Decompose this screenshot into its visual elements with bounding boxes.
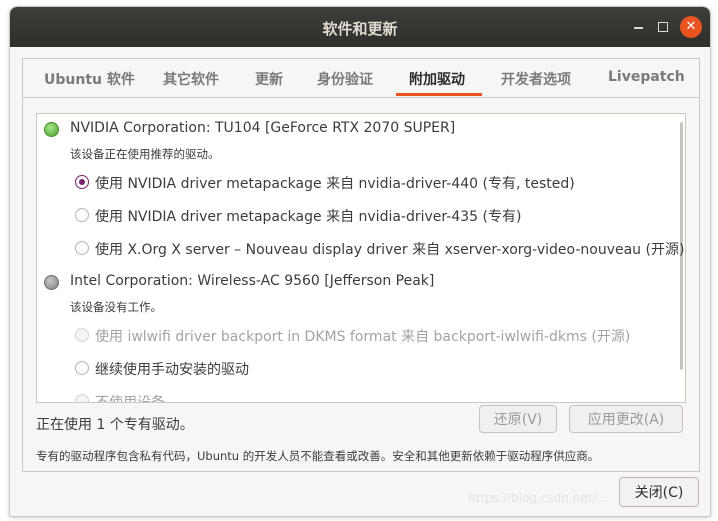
- tab-notebook: Ubuntu 软件 其它软件 更新 身份验证 附加驱动 开发者选项 Livepa…: [22, 58, 700, 472]
- tab-authentication[interactable]: 身份验证: [317, 69, 373, 89]
- tab-livepatch[interactable]: Livepatch: [608, 69, 685, 85]
- driver-option-label: 使用 iwlwifi driver backport in DKMS forma…: [95, 329, 631, 345]
- tab-additional-drivers[interactable]: 附加驱动: [409, 69, 465, 89]
- device-status: 该设备正在使用推荐的驱动。: [70, 147, 220, 161]
- title-bar[interactable]: 软件和更新 ✕: [10, 7, 710, 47]
- status-gray-icon: [44, 275, 59, 290]
- apply-changes-button[interactable]: 应用更改(A): [569, 405, 683, 433]
- minimize-icon: [634, 27, 643, 29]
- tab-bar: Ubuntu 软件 其它软件 更新 身份验证 附加驱动 开发者选项 Livepa…: [23, 59, 699, 98]
- tab-developer-options[interactable]: 开发者选项: [501, 69, 571, 89]
- tab-ubuntu-software[interactable]: Ubuntu 软件: [44, 69, 135, 89]
- window-title: 软件和更新: [322, 20, 398, 38]
- minimize-button[interactable]: [628, 16, 650, 38]
- close-button[interactable]: 关闭(C): [619, 477, 699, 507]
- status-green-icon: [44, 122, 59, 137]
- driver-option-label: 继续使用手动安装的驱动: [95, 362, 249, 378]
- driver-option-label: 使用 NVIDIA driver metapackage 来自 nvidia-d…: [95, 176, 575, 192]
- close-icon: ✕: [685, 19, 697, 34]
- revert-button[interactable]: 还原(V): [479, 405, 557, 433]
- proprietary-note: 专有的驱动程序包含私有代码，Ubuntu 的开发人员不能查看或改善。安全和其他更…: [36, 449, 600, 463]
- close-window-button[interactable]: ✕: [680, 16, 702, 38]
- device-name: NVIDIA Corporation: TU104 [GeForce RTX 2…: [70, 120, 456, 136]
- device-status: 该设备没有工作。: [70, 300, 162, 314]
- radio-icon[interactable]: [75, 208, 89, 222]
- driver-list[interactable]: NVIDIA Corporation: TU104 [GeForce RTX 2…: [36, 113, 686, 403]
- device-name: Intel Corporation: Wireless-AC 9560 [Jef…: [70, 273, 435, 289]
- watermark: https://blog.csdn.net/...: [468, 491, 608, 505]
- driver-option-label: 使用 NVIDIA driver metapackage 来自 nvidia-d…: [95, 209, 522, 225]
- radio-icon[interactable]: [75, 241, 89, 255]
- active-tab-indicator: [396, 93, 482, 96]
- tab-updates[interactable]: 更新: [255, 69, 283, 89]
- maximize-button[interactable]: [652, 16, 674, 38]
- software-updates-window: 软件和更新 ✕ Ubuntu 软件 其它软件 更新 身份验证 附加驱动 开发者选…: [9, 6, 711, 517]
- radio-disabled-icon: [75, 328, 89, 342]
- driver-summary: 正在使用 1 个专有驱动。: [36, 417, 194, 433]
- maximize-icon: [658, 22, 668, 32]
- tab-other-software[interactable]: 其它软件: [163, 69, 219, 89]
- radio-disabled-icon: [75, 394, 89, 402]
- radio-icon[interactable]: [75, 361, 89, 375]
- driver-option-label: 使用 X.Org X server – Nouveau display driv…: [95, 242, 685, 258]
- radio-selected-icon[interactable]: [75, 175, 89, 189]
- driver-option-label: 不使用设备: [95, 395, 165, 403]
